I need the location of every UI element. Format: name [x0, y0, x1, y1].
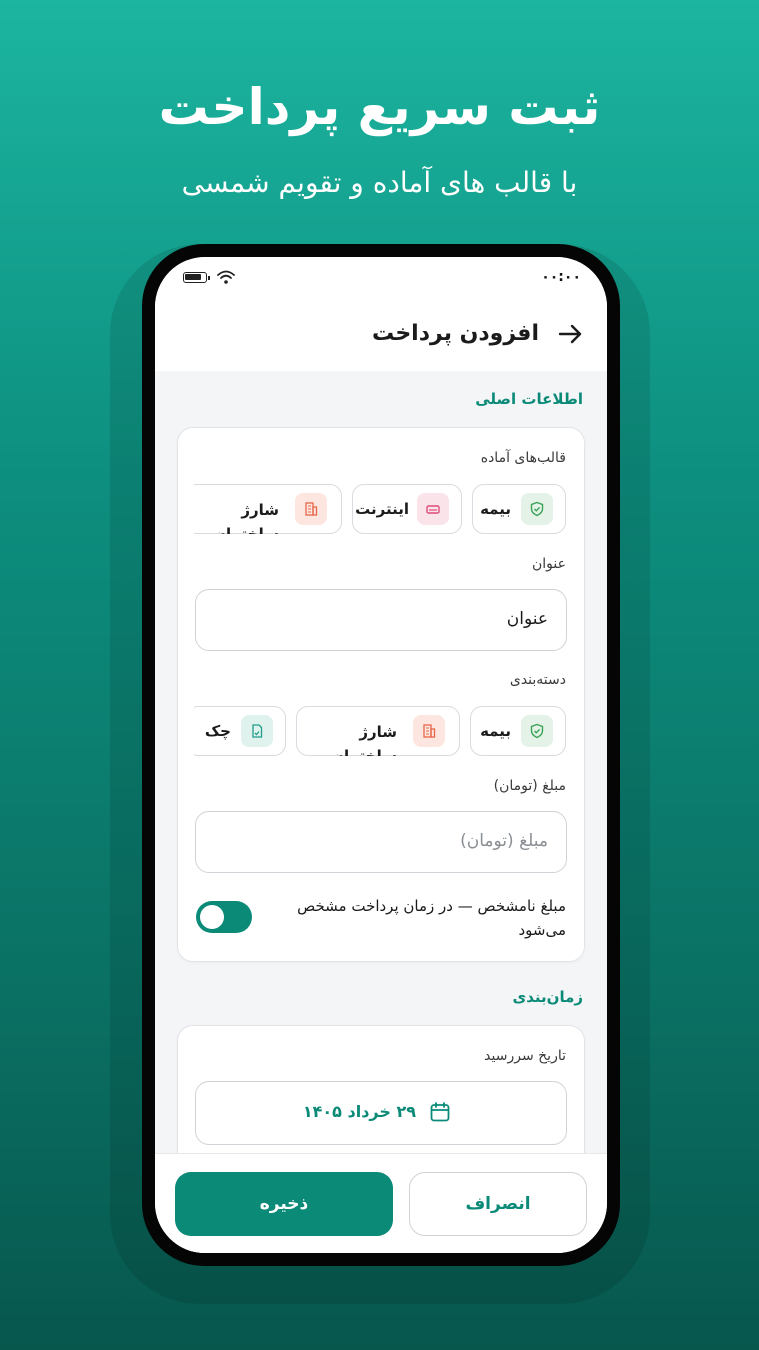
chip-label: چک — [204, 722, 231, 740]
app-header: افزودن پرداخت — [155, 299, 607, 371]
due-date-label: تاریخ سررسید — [484, 1048, 566, 1064]
section-title-scheduling: زمان‌بندی — [512, 988, 583, 1006]
unknown-amount-text: مبلغ نامشخص — در زمان پرداخت مشخص می‌شود — [297, 897, 566, 939]
calendar-icon — [430, 1102, 450, 1122]
phone-screen: ۰۰:۰۰ افزودن پرداخت اطلاعات اصلی قالب‌ها… — [155, 257, 607, 1253]
title-input[interactable]: عنوان — [195, 589, 567, 651]
template-chip-building-charge[interactable]: شارژ ساختمان — [194, 484, 342, 534]
chip-label: اینترنت — [355, 500, 409, 518]
battery-icon — [183, 272, 210, 283]
arrow-right-icon[interactable] — [557, 321, 583, 347]
save-button[interactable]: ذخیره — [175, 1172, 393, 1236]
cheque-icon — [241, 715, 273, 747]
category-chip-insurance[interactable]: بیمه — [470, 706, 566, 756]
wifi-icon — [217, 270, 235, 284]
router-icon — [417, 493, 449, 525]
chip-label: بیمه — [480, 722, 511, 740]
due-date-picker[interactable]: ۲۹ خرداد ۱۴۰۵ — [195, 1081, 567, 1145]
unknown-amount-toggle[interactable] — [196, 901, 252, 933]
building-icon — [295, 493, 327, 525]
amount-label: مبلغ (تومان) — [493, 778, 566, 794]
toggle-knob — [200, 905, 224, 929]
status-time: ۰۰:۰۰ — [541, 269, 581, 285]
chip-label: شارژ ساختمان — [337, 723, 397, 756]
main-info-card: قالب‌های آماده بیمه اینترنت — [177, 427, 585, 962]
category-chip-cheque[interactable]: چک — [194, 706, 286, 756]
templates-label: قالب‌های آماده — [480, 450, 566, 466]
title-label: عنوان — [532, 556, 566, 572]
category-chip-row: بیمه شارژ ساختمان چک — [194, 706, 584, 756]
due-date-value: ۲۹ خرداد ۱۴۰۵ — [302, 1102, 416, 1121]
page-title: افزودن پرداخت — [372, 321, 539, 346]
bottom-action-bar: انصراف ذخیره — [155, 1153, 607, 1253]
shield-icon — [521, 715, 553, 747]
building-icon — [413, 715, 445, 747]
category-label: دسته‌بندی — [509, 672, 566, 688]
shield-icon — [521, 493, 553, 525]
hero-title: ثبت سریع پرداخت — [158, 78, 601, 136]
chip-label: بیمه — [480, 500, 511, 518]
section-title-main-info: اطلاعات اصلی — [475, 390, 583, 408]
hero-subtitle: با قالب های آماده و تقویم شمسی — [181, 166, 578, 199]
template-chip-insurance[interactable]: بیمه — [472, 484, 566, 534]
cancel-button[interactable]: انصراف — [409, 1172, 587, 1236]
category-chip-building-charge[interactable]: شارژ ساختمان — [296, 706, 460, 756]
template-chip-internet[interactable]: اینترنت — [352, 484, 462, 534]
chip-label: شارژ ساختمان — [219, 501, 279, 534]
status-bar: ۰۰:۰۰ — [155, 257, 607, 299]
phone-frame: ۰۰:۰۰ افزودن پرداخت اطلاعات اصلی قالب‌ها… — [142, 244, 620, 1266]
templates-chip-row: بیمه اینترنت شارژ ساختمان — [194, 484, 584, 534]
amount-input[interactable]: مبلغ (تومان) — [195, 811, 567, 873]
